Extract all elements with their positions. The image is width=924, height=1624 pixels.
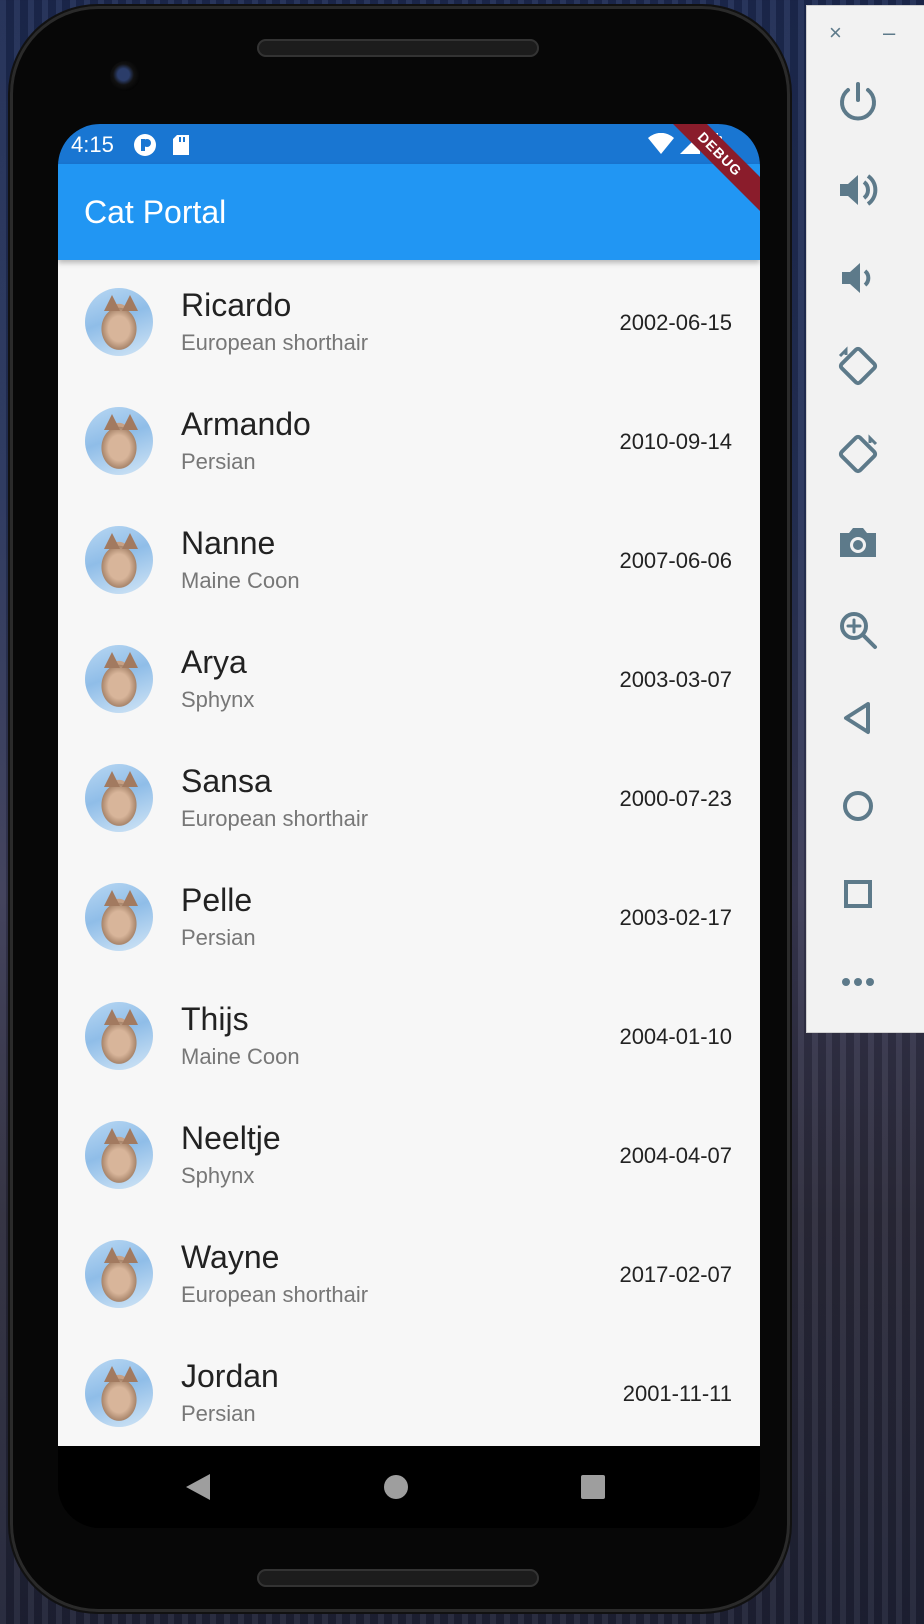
cat-avatar: [85, 1240, 153, 1308]
volume-down-icon[interactable]: [834, 254, 882, 302]
list-item[interactable]: Jordan Persian 2001-11-11: [58, 1331, 760, 1446]
cat-avatar: [85, 407, 153, 475]
cat-birthdate: 2007-06-06: [619, 548, 732, 573]
cat-breed: European shorthair: [181, 806, 369, 831]
front-camera: [110, 61, 140, 91]
cat-avatar: [85, 288, 153, 356]
cat-breed: Maine Coon: [181, 568, 300, 593]
cat-name: Armando: [181, 406, 311, 442]
phone-screen: 4:15 Cat Portal DEBUG Ricardo European s…: [58, 124, 760, 1528]
cat-breed: Persian: [181, 1401, 256, 1426]
status-bar: 4:15: [58, 124, 760, 164]
app-title: Cat Portal: [84, 194, 227, 230]
cat-avatar: [85, 645, 153, 713]
system-nav-bar: [58, 1446, 760, 1528]
cat-name: Pelle: [181, 882, 253, 918]
cat-name: Ricardo: [181, 287, 292, 323]
status-time: 4:15: [71, 132, 114, 157]
cat-avatar: [85, 883, 153, 951]
cat-birthdate: 2003-02-17: [619, 905, 732, 930]
cat-breed: Maine Coon: [181, 1044, 300, 1069]
cat-birthdate: 2002-06-15: [619, 310, 732, 335]
power-icon[interactable]: [834, 78, 882, 126]
cat-breed: Persian: [181, 449, 256, 474]
cat-avatar: [85, 764, 153, 832]
cat-avatar: [85, 1121, 153, 1189]
cat-name: Sansa: [181, 763, 272, 799]
cat-birthdate: 2000-07-23: [619, 786, 732, 811]
app-bar: Cat Portal: [58, 164, 760, 260]
wifi-icon: [648, 132, 674, 161]
list-item[interactable]: Wayne European shorthair 2017-02-07: [58, 1212, 760, 1335]
rotate-right-icon[interactable]: [834, 430, 882, 478]
cat-name: Jordan: [181, 1358, 279, 1394]
cat-birthdate: 2010-09-14: [619, 429, 732, 454]
cat-breed: Persian: [181, 925, 256, 950]
back-icon[interactable]: [186, 1474, 210, 1500]
cat-birthdate: 2001-11-11: [622, 1381, 732, 1406]
bottom-speaker: [257, 1569, 539, 1587]
emulator-toolbar: × –: [806, 5, 924, 1033]
cat-name: Arya: [181, 644, 247, 680]
list-item[interactable]: Thijs Maine Coon 2004-01-10: [58, 974, 760, 1097]
list-item[interactable]: Nanne Maine Coon 2007-06-06: [58, 498, 760, 621]
cat-breed: Sphynx: [181, 1163, 255, 1188]
list-item[interactable]: Pelle Persian 2003-02-17: [58, 855, 760, 978]
cat-breed: European shorthair: [181, 330, 369, 355]
back-icon[interactable]: [834, 694, 882, 742]
camera-icon[interactable]: [834, 518, 882, 566]
cat-name: Thijs: [181, 1001, 249, 1037]
list-item[interactable]: Arya Sphynx 2003-03-07: [58, 617, 760, 740]
sd-card-icon: [171, 133, 191, 163]
home-icon[interactable]: [834, 782, 882, 830]
recents-icon[interactable]: [581, 1475, 605, 1499]
cat-name: Neeltje: [181, 1120, 281, 1156]
rotate-left-icon[interactable]: [834, 342, 882, 390]
top-speaker: [257, 39, 539, 57]
list-item[interactable]: Ricardo European shorthair 2002-06-15: [58, 260, 760, 383]
volume-up-icon[interactable]: [834, 166, 882, 214]
list-item[interactable]: Neeltje Sphynx 2004-04-07: [58, 1093, 760, 1216]
notification-app-icon: [133, 133, 157, 163]
cat-avatar: [85, 526, 153, 594]
cat-name: Nanne: [181, 525, 276, 561]
cat-birthdate: 2004-01-10: [619, 1024, 732, 1049]
cat-breed: Sphynx: [181, 687, 255, 712]
close-icon[interactable]: ×: [829, 20, 842, 46]
phone-frame: 4:15 Cat Portal DEBUG Ricardo European s…: [10, 6, 790, 1612]
cat-list[interactable]: Ricardo European shorthair 2002-06-15 Ar…: [58, 260, 760, 1446]
home-icon[interactable]: [384, 1475, 408, 1499]
list-item[interactable]: Armando Persian 2010-09-14: [58, 379, 760, 502]
list-item[interactable]: Sansa European shorthair 2000-07-23: [58, 736, 760, 859]
zoom-icon[interactable]: [834, 606, 882, 654]
cat-breed: European shorthair: [181, 1282, 369, 1307]
cat-birthdate: 2017-02-07: [619, 1262, 732, 1287]
minimize-icon[interactable]: –: [883, 20, 895, 46]
cat-name: Wayne: [181, 1239, 280, 1275]
cat-birthdate: 2003-03-07: [619, 667, 732, 692]
more-icon[interactable]: [834, 958, 882, 1006]
cat-avatar: [85, 1002, 153, 1070]
cat-avatar: [85, 1359, 153, 1427]
overview-icon[interactable]: [834, 870, 882, 918]
cat-birthdate: 2004-04-07: [619, 1143, 732, 1168]
